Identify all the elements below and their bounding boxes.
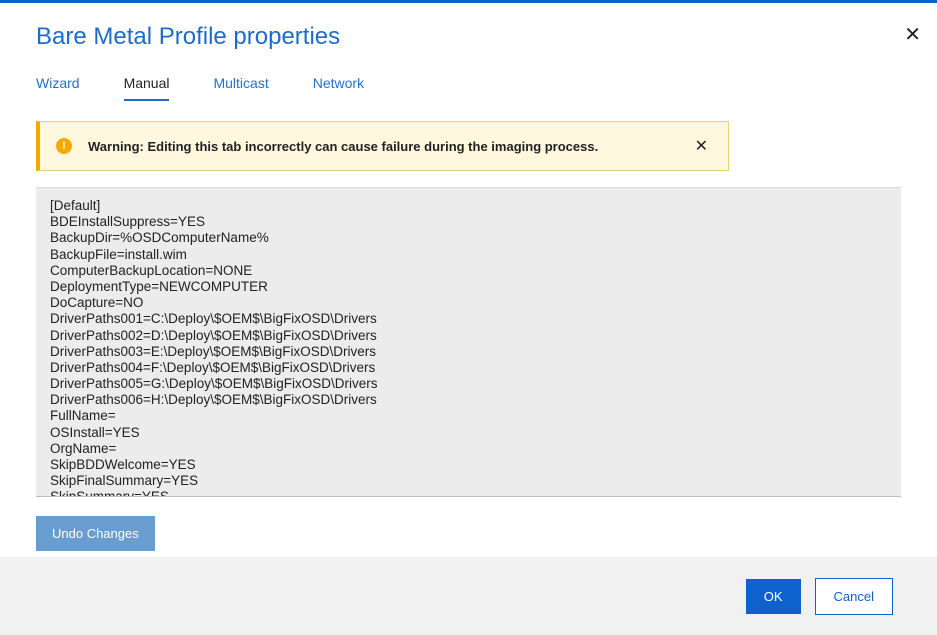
- warning-text: Warning: Editing this tab incorrectly ca…: [88, 139, 675, 154]
- editor-container: [36, 187, 901, 502]
- close-icon[interactable]: ✕: [904, 23, 921, 47]
- undo-changes-button[interactable]: Undo Changes: [36, 516, 155, 551]
- dialog-footer: OK Cancel: [0, 557, 937, 635]
- tab-manual[interactable]: Manual: [124, 75, 170, 101]
- dialog-body: Bare Metal Profile properties ✕ Wizard M…: [0, 3, 937, 551]
- warning-icon: !: [56, 138, 72, 154]
- warning-banner: ! Warning: Editing this tab incorrectly …: [36, 121, 729, 171]
- tab-bar: Wizard Manual Multicast Network: [36, 75, 901, 101]
- config-editor[interactable]: [36, 187, 901, 497]
- ok-button[interactable]: OK: [746, 579, 801, 614]
- tab-multicast[interactable]: Multicast: [213, 75, 268, 101]
- tab-wizard[interactable]: Wizard: [36, 75, 80, 101]
- tab-network[interactable]: Network: [313, 75, 364, 101]
- cancel-button[interactable]: Cancel: [815, 578, 893, 615]
- warning-close-icon[interactable]: ✕: [691, 136, 712, 156]
- undo-row: Undo Changes: [36, 516, 901, 551]
- dialog-title: Bare Metal Profile properties: [36, 23, 340, 51]
- dialog-header: Bare Metal Profile properties ✕: [36, 3, 901, 51]
